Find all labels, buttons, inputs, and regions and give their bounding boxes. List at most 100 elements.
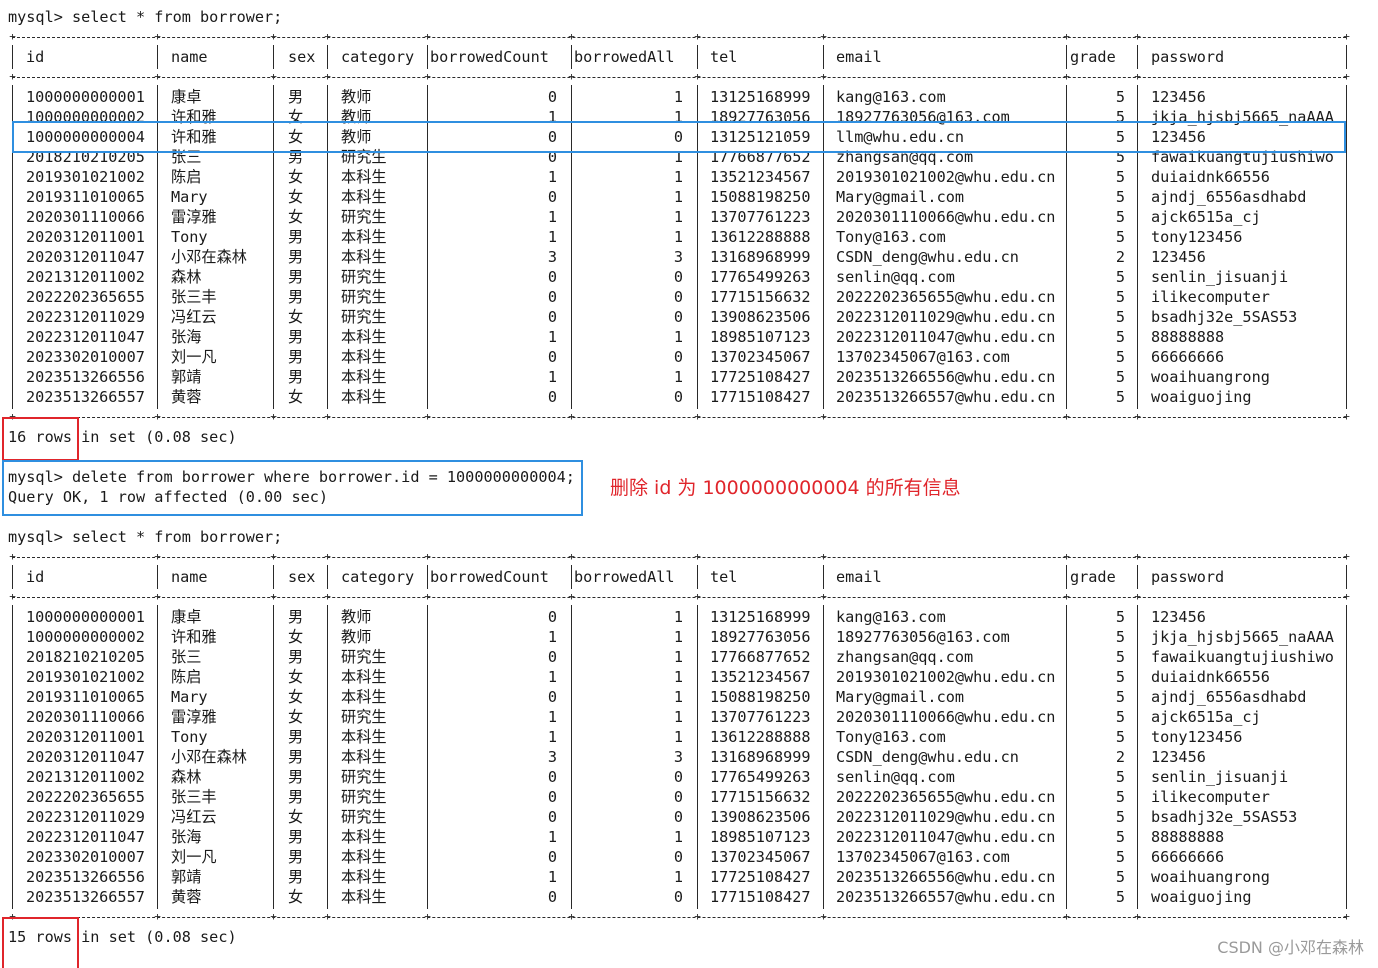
- cell-sex: 男: [288, 788, 304, 806]
- cell-borrowed-count: 0: [547, 268, 557, 286]
- cell-tel: 13125168999: [710, 88, 811, 106]
- cell-grade: 5: [1115, 808, 1125, 826]
- cell-password: ajndj_6556asdhabd: [1151, 688, 1307, 706]
- cell-email: 2022312011029@whu.edu.cn: [836, 808, 1056, 826]
- table-corner-plus: +: [154, 410, 161, 423]
- cell-password: 123456: [1151, 88, 1206, 106]
- table-corner-plus: +: [424, 910, 431, 923]
- cell-borrowed-all: 1: [673, 608, 683, 626]
- cell-email: CSDN_deng@whu.edu.cn: [836, 248, 1019, 266]
- column-header-id: id: [26, 568, 45, 586]
- cell-name: Tony: [171, 228, 208, 246]
- cell-tel: 13521234567: [710, 668, 811, 686]
- cell-sex: 男: [288, 268, 304, 286]
- cell-category: 研究生: [341, 648, 387, 666]
- cell-sex: 男: [288, 648, 304, 666]
- table-separator-line: [12, 917, 1346, 918]
- cell-grade: 5: [1115, 668, 1125, 686]
- cell-tel: 13707761223: [710, 708, 811, 726]
- cell-email: Tony@163.com: [836, 228, 946, 246]
- table-corner-plus: +: [154, 590, 161, 603]
- table-corner-plus: +: [1063, 70, 1070, 83]
- table-corner-plus: +: [1063, 550, 1070, 563]
- table-corner-plus: +: [568, 590, 575, 603]
- table-corner-plus: +: [1134, 550, 1141, 563]
- cell-grade: 5: [1115, 388, 1125, 406]
- cell-tel: 13707761223: [710, 208, 811, 226]
- cell-borrowed-all: 1: [673, 828, 683, 846]
- table-row: 1000000000002 许和雅 女 教师 1 1 18927763056 18927763…: [0, 627, 1378, 647]
- column-header-email: email: [836, 48, 882, 66]
- cell-borrowed-all: 0: [673, 808, 683, 826]
- column-header-sex: sex: [288, 48, 316, 66]
- cell-tel: 17715108427: [710, 388, 811, 406]
- cell-name: 黄蓉: [171, 888, 202, 906]
- table-corner-plus: +: [324, 590, 331, 603]
- cell-id: 2022312011047: [26, 828, 145, 846]
- table-corner-plus: +: [1134, 410, 1141, 423]
- cell-grade: 5: [1115, 868, 1125, 886]
- cell-borrowed-all: 0: [673, 788, 683, 806]
- cell-borrowed-count: 1: [547, 368, 557, 386]
- cell-category: 教师: [341, 628, 372, 646]
- cell-category: 研究生: [341, 268, 387, 286]
- table-corner-plus: +: [154, 30, 161, 43]
- table-corner-plus: +: [424, 550, 431, 563]
- cell-password: ajck6515a_cj: [1151, 208, 1261, 226]
- cell-name: 刘一凡: [171, 348, 217, 366]
- cell-tel: 17765499263: [710, 768, 811, 786]
- cell-borrowed-all: 1: [673, 688, 683, 706]
- cell-id: 2019311010065: [26, 688, 145, 706]
- cell-email: 2023513266556@whu.edu.cn: [836, 868, 1056, 886]
- watermark: CSDN @小邓在森林: [1217, 938, 1364, 957]
- cell-borrowed-count: 0: [547, 848, 557, 866]
- cell-password: tony123456: [1151, 228, 1243, 246]
- cell-sex: 男: [288, 608, 304, 626]
- cell-email: 2022202365655@whu.edu.cn: [836, 288, 1056, 306]
- table-separator-line: [12, 77, 1346, 78]
- table-corner-plus: +: [154, 550, 161, 563]
- cell-tel: 13908623506: [710, 308, 811, 326]
- cell-name: 郭靖: [171, 368, 202, 386]
- table-corner-plus: +: [270, 30, 277, 43]
- cell-tel: 17725108427: [710, 868, 811, 886]
- cell-borrowed-all: 1: [673, 668, 683, 686]
- cell-sex: 女: [288, 168, 304, 186]
- cell-tel: 13612288888: [710, 728, 811, 746]
- cell-borrowed-count: 1: [547, 708, 557, 726]
- cell-borrowed-all: 0: [673, 888, 683, 906]
- cell-category: 研究生: [341, 288, 387, 306]
- table-corner-plus: +: [694, 550, 701, 563]
- cell-category: 本科生: [341, 748, 387, 766]
- cell-borrowed-all: 1: [673, 368, 683, 386]
- cell-grade: 5: [1115, 768, 1125, 786]
- cell-borrowed-all: 0: [673, 348, 683, 366]
- table-corner-plus: +: [270, 910, 277, 923]
- cell-category: 研究生: [341, 708, 387, 726]
- cell-borrowed-all: 1: [673, 208, 683, 226]
- table-row: 2019301021002 陈启 女 本科生 1 1 13521234567 20193010…: [0, 167, 1378, 187]
- cell-borrowed-all: 0: [673, 308, 683, 326]
- footer-rest-2: in set (0.08 sec): [72, 928, 237, 946]
- table-row: 2020301110066 雷淳雅 女 研究生 1 1 13707761223 2020301…: [0, 207, 1378, 227]
- cell-category: 教师: [341, 608, 372, 626]
- cell-borrowed-count: 1: [547, 668, 557, 686]
- table-separator-line: [12, 597, 1346, 598]
- cell-category: 本科生: [341, 888, 387, 906]
- cell-password: duiaidnk66556: [1151, 168, 1270, 186]
- cell-grade: 5: [1115, 188, 1125, 206]
- cell-password: bsadhj32e_5SAS53: [1151, 308, 1298, 326]
- cell-name: 刘一凡: [171, 848, 217, 866]
- table-row: 2022312011029 冯红云 女 研究生 0 0 13908623506 2022312…: [0, 807, 1378, 827]
- cell-tel: 13521234567: [710, 168, 811, 186]
- column-header-category: category: [341, 568, 415, 586]
- cell-category: 本科生: [341, 848, 387, 866]
- cell-borrowed-all: 1: [673, 168, 683, 186]
- cell-grade: 5: [1115, 308, 1125, 326]
- table-corner-plus: +: [9, 30, 16, 43]
- table-row: 1000000000001 康卓 男 教师 0 1 13125168999 kang@163.…: [0, 607, 1378, 627]
- cell-grade: 5: [1115, 228, 1125, 246]
- cell-borrowed-all: 3: [673, 248, 683, 266]
- cell-id: 2020301110066: [26, 208, 145, 226]
- cell-borrowed-count: 0: [547, 888, 557, 906]
